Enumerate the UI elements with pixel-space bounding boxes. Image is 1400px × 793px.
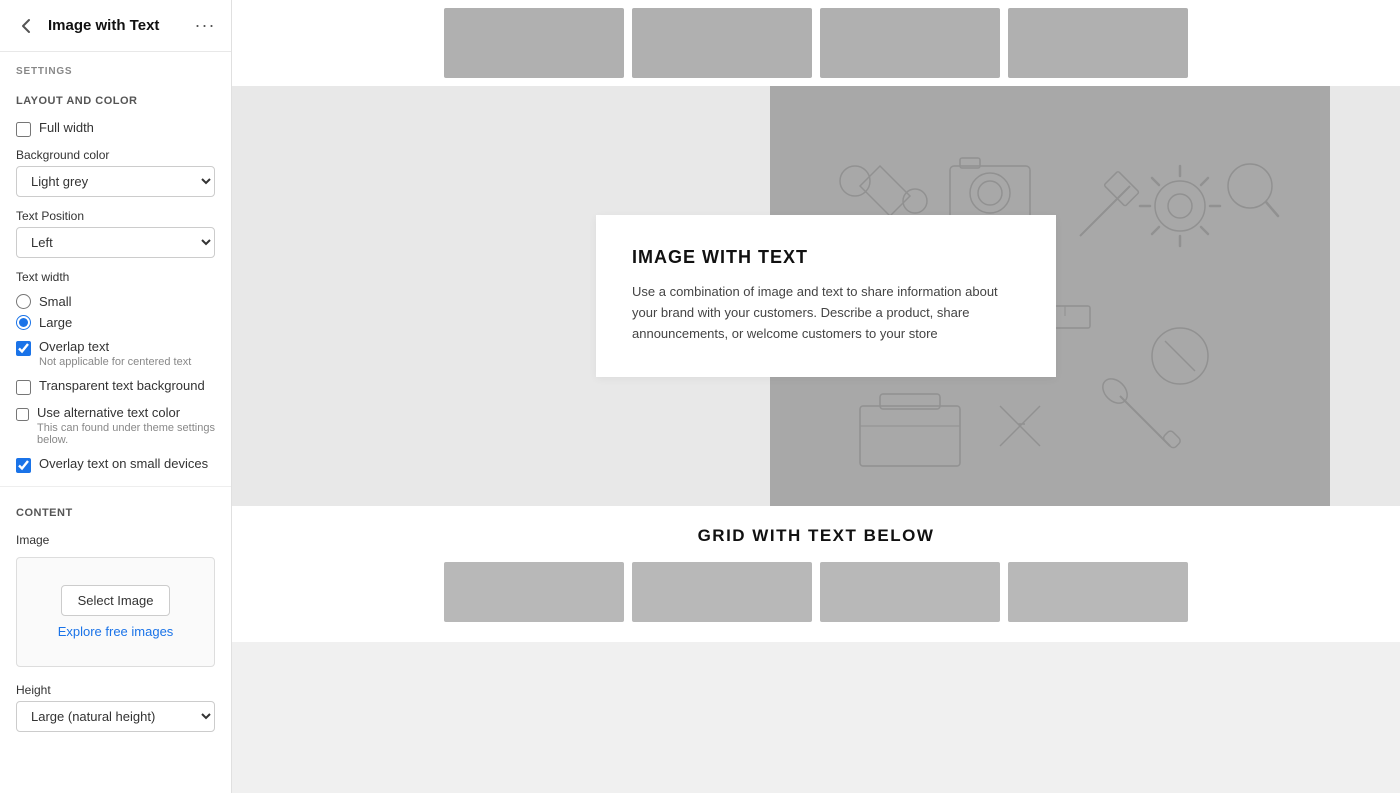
grid-thumb-4	[1008, 562, 1188, 622]
text-width-radio-group: Small Large	[0, 290, 231, 334]
full-width-row: Full width	[0, 115, 231, 142]
overlay-heading: IMAGE WITH TEXT	[632, 247, 1020, 268]
overlap-text-checkbox[interactable]	[16, 341, 31, 356]
panel-header: Image with Text ···	[0, 0, 231, 52]
grid-row	[252, 562, 1380, 622]
placeholder-thumb-4	[1008, 8, 1188, 78]
image-with-text-section: IMAGE WITH TEXT Use a combination of ima…	[232, 86, 1400, 506]
alt-text-color-label: Use alternative text color	[37, 405, 215, 420]
height-label: Height	[16, 683, 215, 697]
left-panel: Image with Text ··· SETTINGS LAYOUT AND …	[0, 0, 232, 793]
text-position-select[interactable]: Left Center Right	[16, 227, 215, 258]
overlay-small-row: Overlay text on small devices	[0, 451, 231, 478]
settings-label: SETTINGS	[0, 52, 231, 83]
overlay-small-label: Overlay text on small devices	[39, 456, 208, 471]
transparent-bg-label: Transparent text background	[39, 378, 205, 393]
overlap-text-label: Overlap text	[39, 339, 191, 354]
alt-text-color-row: Use alternative text color This can foun…	[0, 400, 231, 451]
panel-body: SETTINGS LAYOUT AND COLOR Full width Bac…	[0, 52, 231, 793]
text-width-row: Text width	[0, 264, 231, 290]
text-position-label: Text Position	[16, 209, 215, 223]
top-image-row	[232, 0, 1400, 86]
grid-thumb-1	[444, 562, 624, 622]
image-row: Image	[0, 527, 231, 553]
text-width-small-row: Small	[16, 294, 215, 309]
overlay-body: Use a combination of image and text to s…	[632, 282, 1020, 344]
alt-text-color-sublabel: This can found under theme settings belo…	[37, 422, 215, 446]
placeholder-thumb-2	[632, 8, 812, 78]
transparent-bg-row: Transparent text background	[0, 373, 231, 400]
text-width-large-label: Large	[39, 315, 72, 330]
divider	[0, 486, 231, 487]
overlap-text-sublabel: Not applicable for centered text	[39, 356, 191, 368]
grid-thumb-2	[632, 562, 812, 622]
text-width-large-radio[interactable]	[16, 315, 31, 330]
text-width-small-label: Small	[39, 294, 72, 309]
overlap-text-row: Overlap text Not applicable for centered…	[0, 334, 231, 373]
layout-color-label: LAYOUT AND COLOR	[0, 83, 231, 115]
placeholder-thumb-3	[820, 8, 1000, 78]
text-width-small-radio[interactable]	[16, 294, 31, 309]
height-select[interactable]: Large (natural height) Medium Small Adap…	[16, 701, 215, 732]
more-options-button[interactable]: ···	[191, 12, 219, 40]
explore-free-images-link[interactable]: Explore free images	[58, 624, 174, 639]
placeholder-thumb-1	[444, 8, 624, 78]
image-upload-box: Select Image Explore free images	[16, 557, 215, 667]
background-color-row: Background color Light grey White Dark C…	[0, 142, 231, 203]
main-area: IMAGE WITH TEXT Use a combination of ima…	[232, 0, 1400, 793]
image-label: Image	[16, 533, 215, 547]
full-width-label: Full width	[39, 120, 94, 135]
background-color-label: Background color	[16, 148, 215, 162]
grid-title: GRID WITH TEXT BELOW	[252, 526, 1380, 546]
grid-thumb-3	[820, 562, 1000, 622]
full-width-checkbox[interactable]	[16, 122, 31, 137]
select-image-button[interactable]: Select Image	[61, 585, 171, 616]
content-label: CONTENT	[0, 495, 231, 527]
text-width-large-row: Large	[16, 315, 215, 330]
back-button[interactable]	[12, 12, 40, 40]
panel-title: Image with Text	[48, 17, 183, 34]
transparent-bg-checkbox[interactable]	[16, 380, 31, 395]
height-row: Height Large (natural height) Medium Sma…	[0, 677, 231, 738]
overlay-small-checkbox[interactable]	[16, 458, 31, 473]
grid-section: GRID WITH TEXT BELOW	[232, 506, 1400, 642]
text-overlay-card: IMAGE WITH TEXT Use a combination of ima…	[596, 215, 1056, 376]
background-color-select[interactable]: Light grey White Dark Custom	[16, 166, 215, 197]
text-width-label: Text width	[16, 270, 215, 284]
alt-text-color-checkbox[interactable]	[16, 407, 29, 422]
text-position-row: Text Position Left Center Right	[0, 203, 231, 264]
